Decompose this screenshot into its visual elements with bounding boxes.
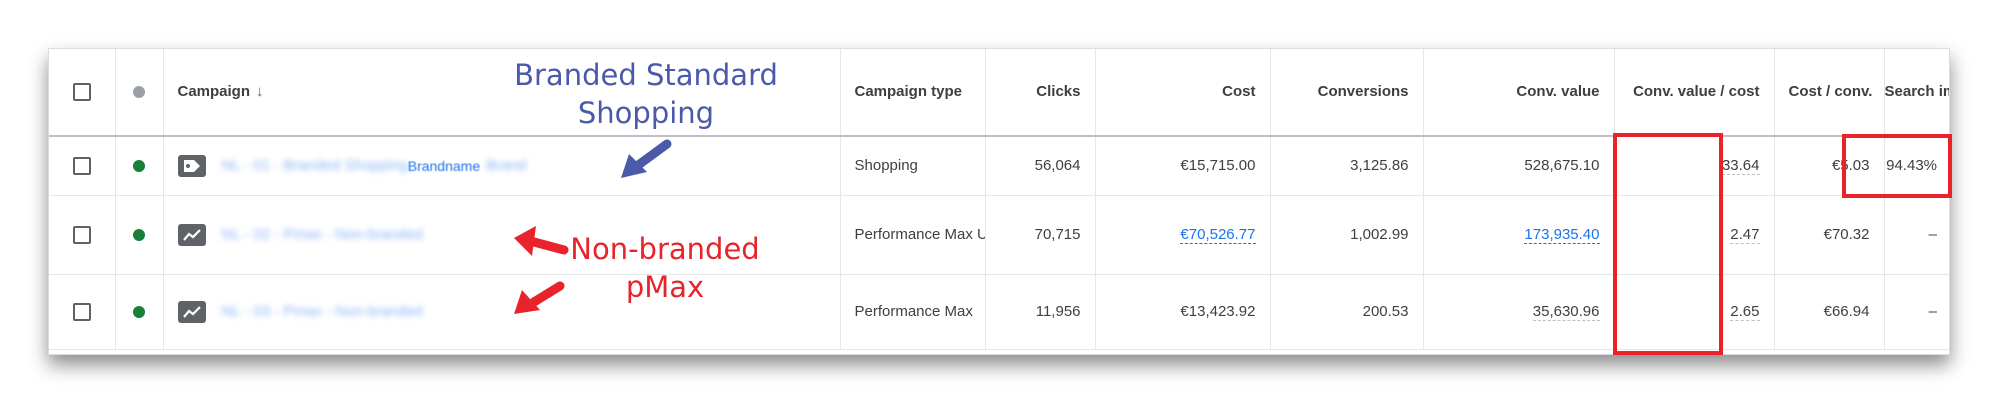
row-select-cell[interactable] <box>49 195 116 275</box>
cost-link[interactable]: €70,526.77 <box>1180 226 1256 244</box>
non-branded-annotation-label: Non-branded pMax <box>570 232 760 304</box>
branded-annotation-arrow-icon <box>621 139 672 178</box>
row-select-cell[interactable] <box>49 274 116 350</box>
table-header-row: Campaign ↓ Campaign type Clicks Cost Conv… <box>49 49 1949 137</box>
campaign-name-link[interactable]: NL - 03 - Pmax - Non-branded <box>222 303 423 321</box>
conv-value-cost-value: 2.47 <box>1730 226 1760 244</box>
status-header-cell <box>115 49 164 137</box>
clicks-cell: 11,956 <box>985 274 1096 350</box>
conv-value-value: 35,630.96 <box>1532 303 1600 321</box>
conv-value-cost-header[interactable]: Conv. value / cost <box>1614 49 1775 137</box>
sort-down-icon[interactable]: ↓ <box>256 83 264 100</box>
conv-value-cell[interactable]: 173,935.40 <box>1423 195 1615 275</box>
shopping-tag-icon <box>177 155 206 177</box>
campaign-name-tail[interactable]: Brand <box>486 157 526 175</box>
cost-conv-header[interactable]: Cost / conv. <box>1774 49 1885 137</box>
clicks-cell: 56,064 <box>985 136 1096 196</box>
select-all-cell[interactable] <box>49 49 116 137</box>
conv-value-cell: 528,675.10 <box>1423 136 1615 196</box>
performance-max-chart-icon <box>177 224 206 246</box>
campaign-name-link[interactable]: NL - 02 - Pmax - Non-branded <box>222 226 423 244</box>
row-status-cell <box>115 274 164 350</box>
search-impr-share-cell: – <box>1884 195 1949 275</box>
search-impr-share-cell: – <box>1884 274 1949 350</box>
search-impr-share-header[interactable]: Search impr. share <box>1884 49 1949 137</box>
cost-conv-cell: €70.32 <box>1774 195 1885 275</box>
enabled-status-icon <box>133 229 145 242</box>
clicks-header[interactable]: Clicks <box>985 49 1096 137</box>
cost-cell[interactable]: €70,526.77 <box>1095 195 1271 275</box>
non-branded-arrow-upper-icon <box>514 226 569 256</box>
performance-max-chart-icon <box>177 301 206 323</box>
campaign-type-cell: Performance Max Upgraded <box>840 195 986 275</box>
search-impr-share-highlight-box <box>1842 134 1952 198</box>
cost-cell: €13,423.92 <box>1095 274 1271 350</box>
enabled-status-icon <box>133 160 145 173</box>
conversions-cell: 200.53 <box>1270 274 1424 350</box>
campaign-brandname-text[interactable]: Brandname <box>408 157 480 175</box>
campaign-name-cell[interactable]: NL - 01 - Branded ShoppingBrandname Brand <box>163 136 841 196</box>
conv-value-header[interactable]: Conv. value <box>1423 49 1615 137</box>
campaign-name-link[interactable]: NL - 01 - Branded Shopping <box>222 157 408 175</box>
campaign-type-header[interactable]: Campaign type <box>840 49 986 137</box>
campaign-type-cell: Shopping <box>840 136 986 196</box>
enabled-status-icon <box>133 306 145 319</box>
cost-header[interactable]: Cost <box>1095 49 1271 137</box>
status-header-dot-icon <box>133 86 145 99</box>
conversions-cell: 3,125.86 <box>1270 136 1424 196</box>
cost-conv-cell: €66.94 <box>1774 274 1885 350</box>
campaign-header-label: Campaign <box>177 83 251 100</box>
conv-value-cost-value: 33.64 <box>1721 157 1760 175</box>
row-checkbox[interactable] <box>72 157 91 176</box>
row-status-cell <box>115 136 164 196</box>
select-all-checkbox[interactable] <box>72 83 91 102</box>
conversions-header[interactable]: Conversions <box>1270 49 1424 137</box>
row-select-cell[interactable] <box>49 136 116 196</box>
conv-value-cost-value: 2.65 <box>1730 303 1760 321</box>
row-status-cell <box>115 195 164 275</box>
branded-annotation-label: Branded Standard Shopping <box>514 58 778 130</box>
row-checkbox[interactable] <box>72 303 91 322</box>
cost-cell: €15,715.00 <box>1095 136 1271 196</box>
non-branded-arrow-lower-icon <box>514 281 565 314</box>
row-checkbox[interactable] <box>72 226 91 245</box>
clicks-cell: 70,715 <box>985 195 1096 275</box>
campaign-type-cell: Performance Max <box>840 274 986 350</box>
conv-value-link[interactable]: 173,935.40 <box>1524 226 1600 244</box>
conv-value-cost-highlight-box <box>1613 133 1723 355</box>
conversions-cell: 1,002.99 <box>1270 195 1424 275</box>
screenshot-stage: Campaign ↓ Campaign type Clicks Cost Conv… <box>0 0 2000 400</box>
conv-value-cell: 35,630.96 <box>1423 274 1615 350</box>
